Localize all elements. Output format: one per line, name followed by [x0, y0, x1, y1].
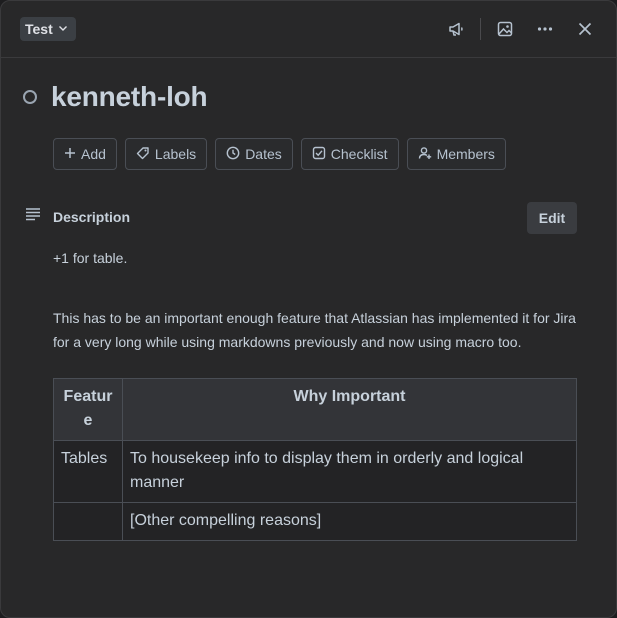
members-button[interactable]: Members [406, 138, 506, 170]
table-header-cell: Featur e [53, 378, 123, 441]
image-icon[interactable] [491, 15, 519, 43]
edit-description-button[interactable]: Edit [527, 202, 577, 234]
add-user-icon [418, 146, 432, 163]
card-header: Test [1, 1, 616, 58]
description-header: Description [25, 207, 130, 226]
checklist-button-label: Checklist [330, 146, 388, 162]
table-cell: [Other compelling reasons] [122, 502, 577, 541]
description-paragraph-2: This has to be an important enough featu… [53, 310, 576, 350]
labels-button-label: Labels [154, 146, 197, 162]
add-button[interactable]: Add [53, 138, 117, 170]
dates-button-label: Dates [245, 146, 282, 162]
list-name: Test [25, 21, 53, 37]
description-paragraph-1: +1 for table. [53, 250, 128, 266]
table-row: Tables To housekeep info to display them… [53, 440, 577, 503]
plus-icon [64, 146, 76, 162]
megaphone-icon[interactable] [442, 15, 470, 43]
more-icon[interactable] [531, 15, 559, 43]
clock-icon [226, 146, 240, 163]
add-button-label: Add [81, 146, 106, 162]
dates-button[interactable]: Dates [215, 138, 293, 170]
table-cell [53, 502, 123, 541]
table-cell: Tables [53, 440, 123, 503]
card-actions: Add Labels Dates Checklist Members [53, 138, 506, 170]
description-table: Featur e Why Important Tables To houseke… [53, 378, 577, 541]
table-header-cell: Why Important [122, 378, 577, 441]
table-cell: To housekeep info to display them in ord… [122, 440, 577, 503]
close-icon[interactable] [571, 15, 599, 43]
description-heading: Description [53, 208, 131, 225]
checklist-button[interactable]: Checklist [300, 138, 399, 170]
description-icon [25, 207, 41, 226]
title-row: kenneth-loh [23, 81, 208, 113]
tag-icon [136, 146, 150, 163]
chevron-down-icon [57, 21, 69, 37]
table-header-row: Featur e Why Important [53, 378, 577, 441]
card-title[interactable]: kenneth-loh [51, 81, 208, 113]
members-button-label: Members [436, 146, 495, 162]
list-selector[interactable]: Test [20, 17, 76, 41]
header-divider [480, 18, 481, 40]
labels-button[interactable]: Labels [124, 138, 208, 170]
table-row: [Other compelling reasons] [53, 502, 577, 541]
card-detail-panel: Test kenneth-loh Add Labels Dates Checkl… [0, 0, 617, 618]
checkbox-icon [312, 146, 326, 163]
complete-toggle-icon[interactable] [23, 90, 37, 104]
